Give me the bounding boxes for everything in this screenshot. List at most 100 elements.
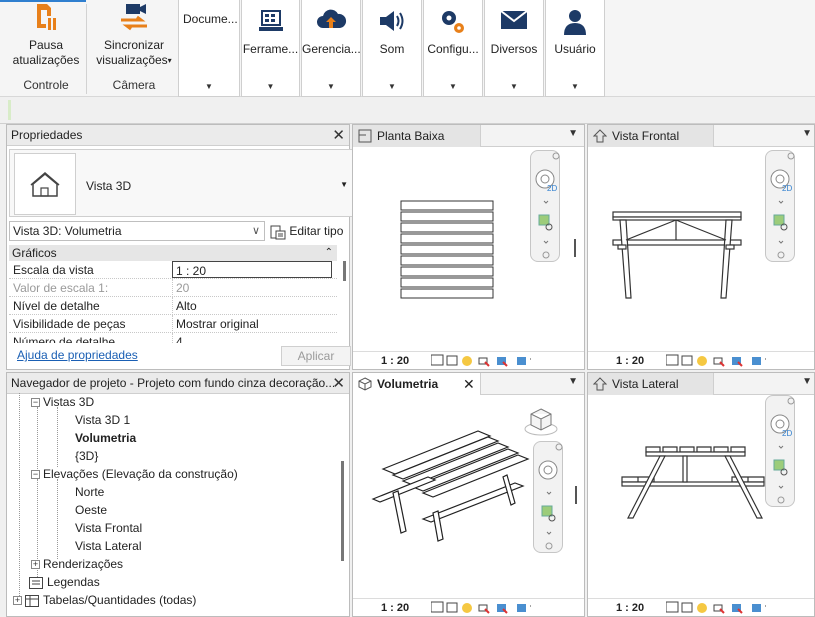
tree-leaf[interactable]: Vista Frontal (75, 519, 142, 537)
tree-node-legends[interactable]: Legendas (29, 573, 100, 591)
property-key: Visibilidade de peças (13, 317, 126, 331)
view-control-icons[interactable]: ᐝ (666, 354, 815, 368)
view-control-icons[interactable]: ᐝ (431, 601, 581, 615)
panel-manage-label: Gerencia... (302, 42, 360, 56)
browser-tree: − Vistas 3D Vista 3D 1 Volumetria {3D} − E… (7, 393, 347, 616)
tree-leaf[interactable]: Oeste (75, 501, 107, 519)
properties-help-link[interactable]: Ajuda de propriedades (17, 348, 138, 362)
tab-volumetria[interactable]: Volumetria ✕ (353, 373, 481, 395)
panel-misc-button[interactable]: Diversos ▼ (484, 0, 544, 97)
collapse-icon[interactable]: − (31, 470, 40, 480)
property-row[interactable]: Escala da vista 1 : 20 (9, 261, 337, 279)
steering-wheel-icon: 2D (770, 152, 795, 259)
expand-icon[interactable]: + (31, 560, 40, 570)
navigation-bar[interactable] (533, 441, 563, 553)
property-value-input[interactable]: 1 : 20 (172, 261, 332, 278)
property-row[interactable]: Visibilidade de peças Mostrar original (9, 315, 337, 333)
tree-label: Norte (75, 485, 105, 499)
view-scrollbar[interactable] (575, 486, 577, 504)
panel-sound-label: Som (379, 42, 405, 56)
pause-updates-icon (37, 4, 56, 30)
steering-wheel-icon: 2D (770, 397, 795, 504)
property-value[interactable]: Mostrar original (172, 315, 332, 333)
collapse-icon: ⌃ (324, 247, 333, 258)
tab-floor-plan[interactable]: Planta Baixa (353, 125, 481, 147)
property-row[interactable]: Número de detalhe 4 (9, 333, 337, 343)
instance-dropdown[interactable]: Vista 3D: Volumetria ∨ (9, 221, 265, 241)
view-menu-icon[interactable]: ▼ (568, 128, 578, 139)
panel-manage-button[interactable]: Gerencia... ▼ (301, 0, 361, 97)
chevron-down-icon: ▼ (205, 82, 213, 91)
view-cube-icon[interactable] (521, 403, 561, 441)
view-menu-icon[interactable]: ▼ (802, 376, 812, 387)
expand-icon[interactable]: + (13, 596, 22, 606)
view-menu-icon[interactable]: ▼ (568, 376, 578, 387)
panel-document-label: Docume... (183, 12, 238, 26)
properties-panel: Propriedades ✕ Vista 3D ▼ Vista 3D: Volu… (6, 124, 353, 370)
view-control-icons[interactable]: ᐝ (666, 601, 815, 615)
panel-sound-button[interactable]: Som ▼ (362, 0, 422, 97)
tree-node-renderings[interactable]: + Renderizações (31, 555, 123, 573)
navigation-bar[interactable]: 2D (765, 395, 795, 507)
tree-node-3d-views[interactable]: − Vistas 3D (31, 393, 94, 411)
type-thumbnail (14, 153, 76, 215)
view-menu-icon[interactable]: ▼ (802, 128, 812, 139)
view-scale[interactable]: 1 : 20 (381, 599, 409, 616)
properties-scrollbar[interactable] (343, 261, 346, 281)
group-graphics-header[interactable]: Gráficos ⌃ (9, 245, 337, 261)
browser-scrollbar[interactable] (341, 461, 344, 561)
view-scrollbar[interactable] (574, 239, 576, 257)
property-row: Valor de escala 1: 20 (9, 279, 337, 297)
panel-settings-button[interactable]: Configu... ▼ (423, 0, 483, 97)
tab-front-view[interactable]: Vista Frontal (588, 125, 714, 147)
close-icon[interactable]: ✕ (332, 373, 345, 394)
navigation-bar[interactable]: 2D (530, 150, 560, 262)
view-scale[interactable]: 1 : 20 (381, 352, 409, 369)
close-icon[interactable]: ✕ (463, 373, 475, 395)
tree-node-schedules[interactable]: + Tabelas/Quantidades (todas) (13, 591, 196, 609)
tree-leaf[interactable]: Vista Lateral (75, 537, 142, 555)
property-value[interactable]: 4 (172, 333, 332, 343)
view-window-floor-plan: Planta Baixa ▼ 2D 1 : 20 ᐝ (352, 124, 585, 370)
view-scale[interactable]: 1 : 20 (616, 352, 644, 369)
tree-leaf-selected[interactable]: Volumetria (75, 429, 136, 447)
tree-leaf[interactable]: Norte (75, 483, 104, 501)
edit-type-button[interactable]: Editar tipo (270, 221, 343, 241)
panel-tools-button[interactable]: Ferrame... ▼ (241, 0, 300, 97)
options-bar (0, 97, 815, 124)
apply-button[interactable]: Aplicar (281, 346, 351, 366)
tab-side-view[interactable]: Vista Lateral (588, 373, 714, 395)
type-selector[interactable]: Vista 3D ▼ (9, 149, 353, 217)
properties-title: Propriedades (11, 128, 83, 142)
navigation-bar[interactable]: 2D (765, 150, 795, 262)
view-window-front: Vista Frontal ▼ 2D 1 : 20 ᐝ (587, 124, 815, 370)
close-icon[interactable]: ✕ (332, 125, 345, 146)
view-status-bar: 1 : 20 ᐝ (588, 598, 814, 616)
sync-views-button[interactable]: Sincronizar visualizações▾ (92, 0, 176, 68)
property-value[interactable]: Alto (172, 297, 332, 315)
view-scale[interactable]: 1 : 20 (616, 599, 644, 616)
collapse-icon[interactable]: − (31, 398, 40, 408)
panel-settings-label: Configu... (427, 42, 479, 56)
property-key: Valor de escala 1: (13, 281, 109, 295)
edit-type-icon (270, 225, 286, 240)
view-status-bar: 1 : 20 ᐝ (353, 598, 584, 616)
panel-document-button[interactable]: Docume... ▼ (178, 0, 240, 97)
options-bar-indicator (8, 100, 11, 120)
tree-node-elevations[interactable]: − Elevações (Elevação da construção) (31, 465, 238, 483)
panel-user-button[interactable]: Usuário ▼ (545, 0, 605, 97)
edit-type-label: Editar tipo (289, 224, 344, 238)
tree-label: {3D} (75, 449, 99, 463)
chevron-down-icon: ▼ (449, 82, 457, 91)
property-row[interactable]: Nível de detalhe Alto (9, 297, 337, 315)
gears-icon (442, 11, 464, 33)
view-control-icons[interactable]: ᐝ (431, 354, 581, 368)
type-name: Vista 3D (86, 179, 132, 193)
pause-updates-button[interactable]: Pausa atualizações (8, 0, 84, 68)
elevation-icon (593, 129, 607, 143)
tree-leaf[interactable]: Vista 3D 1 (75, 411, 130, 429)
tree-label: Elevações (Elevação da construção) (43, 467, 238, 481)
tree-leaf[interactable]: {3D} (75, 447, 98, 465)
browser-header: Navegador de projeto - Projeto com fundo… (7, 373, 349, 394)
nav-2d-label: 2D (782, 184, 792, 193)
